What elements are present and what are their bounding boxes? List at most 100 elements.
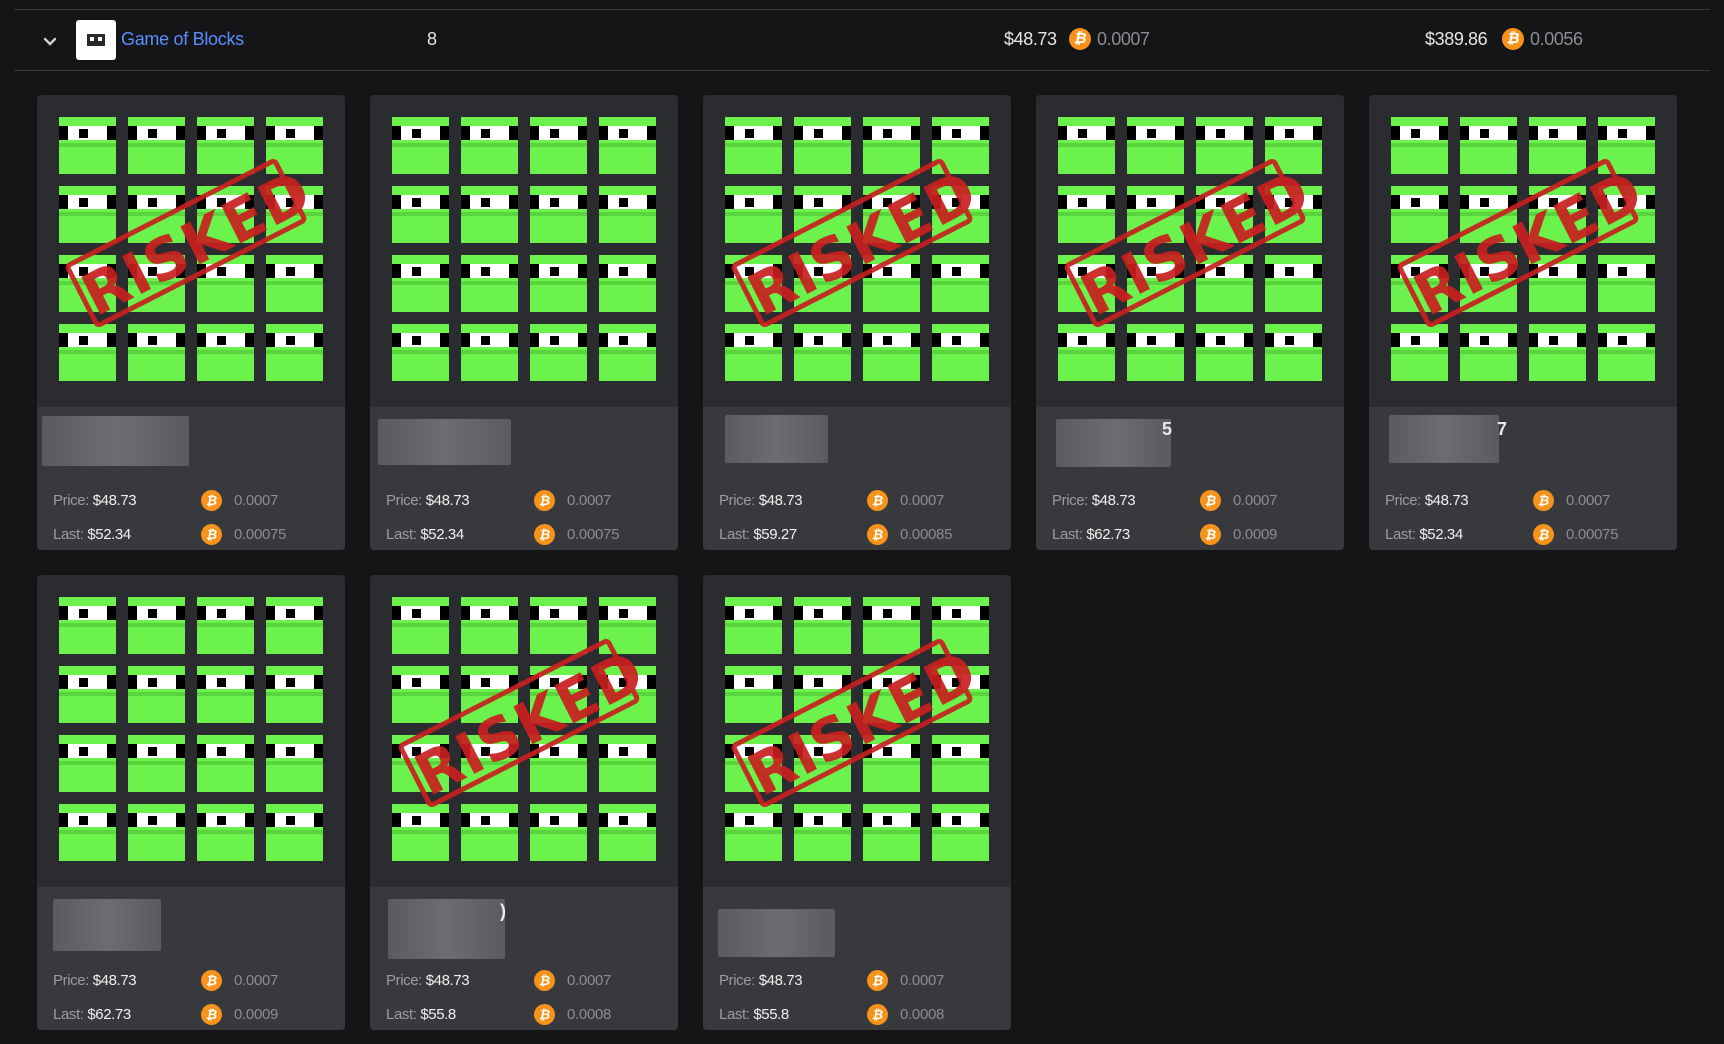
total-value-btc: 0.0056 (1530, 29, 1583, 49)
last-sale-label: Last: $59.27 (719, 526, 797, 543)
last-sale-label: Last: $55.8 (386, 1006, 456, 1023)
price-label: Price: $48.73 (1052, 492, 1136, 509)
nft-image: RISKED (1369, 95, 1677, 407)
last-sale-btc: 0.0009 (234, 1006, 279, 1023)
pixel-block (725, 186, 782, 243)
redacted-name (42, 416, 189, 466)
chevron-down-icon[interactable] (40, 32, 60, 52)
pixel-block (794, 324, 851, 381)
last-sale-label-text: Last: (1052, 526, 1083, 543)
pixel-block (197, 666, 254, 723)
last-sale-btc: 0.0008 (900, 1006, 945, 1023)
price-label: Price: $48.73 (386, 492, 470, 509)
card-info: 7 Price: $48.73 ₿ 0.0007 Last: $52.34 ₿ 0.0007… (1369, 407, 1677, 550)
last-sale-btc: 0.0008 (567, 1006, 612, 1023)
pixel-block (461, 186, 518, 243)
last-sale-usd: $62.73 (1086, 526, 1130, 543)
pixel-block (392, 324, 449, 381)
redacted-name (388, 899, 505, 959)
price-label-text: Price: (53, 972, 89, 989)
name-fragment: 5 (1162, 419, 1173, 439)
price-btc: 0.0007 (234, 492, 279, 509)
nft-image: RISKED (703, 575, 1011, 887)
price-label: Price: $48.73 (53, 972, 137, 989)
pixel-block (461, 804, 518, 861)
pixel-block (392, 597, 449, 654)
bitcoin-coin-icon: ₿ (1200, 524, 1221, 545)
bitcoin-coin-icon: ₿ (201, 1004, 222, 1025)
nft-card[interactable]: RISKED Price: $48.73 ₿ 0.0007 Last: $55.8 ₿ 0.… (703, 575, 1011, 1030)
pixel-block (1196, 117, 1253, 174)
pixel-block (1058, 186, 1115, 243)
nft-card[interactable]: RISKED Price: $48.73 ₿ 0.0007 Last: $52.34 ₿ 0… (37, 95, 345, 550)
last-sale-btc: 0.00085 (900, 526, 953, 543)
nft-card[interactable]: RISKED 7 Price: $48.73 ₿ 0.0007 Last: $52.34 ₿… (1369, 95, 1677, 550)
last-sale-usd: $52.34 (420, 526, 464, 543)
bitcoin-coin-icon: ₿ (201, 490, 222, 511)
last-sale-usd: $59.27 (753, 526, 797, 543)
last-sale-btc: 0.0009 (1233, 526, 1278, 543)
floor-price-usd: $48.73 (1004, 29, 1057, 49)
last-sale-btc: 0.00075 (567, 526, 620, 543)
name-fragment: ) (500, 901, 506, 921)
pixel-block (1058, 117, 1115, 174)
pixel-block (392, 186, 449, 243)
pixel-block (197, 804, 254, 861)
last-sale-label-text: Last: (386, 526, 417, 543)
pixel-block (599, 324, 656, 381)
last-sale-label-text: Last: (1385, 526, 1416, 543)
pixel-block (392, 804, 449, 861)
name-fragment: 7 (1497, 419, 1508, 439)
pixel-block (197, 735, 254, 792)
price-label-text: Price: (719, 972, 755, 989)
last-sale-usd: $52.34 (87, 526, 131, 543)
pixel-block (725, 666, 782, 723)
pixel-block (59, 186, 116, 243)
collection-row[interactable]: Game of Blocks 8 $48.73 ₿ 0.0007 $389.86… (14, 10, 1710, 71)
nft-image: RISKED (370, 575, 678, 887)
pixel-block (725, 597, 782, 654)
pixel-block (725, 804, 782, 861)
pixel-block (725, 117, 782, 174)
last-sale-label: Last: $52.34 (1385, 526, 1463, 543)
pixel-block (1460, 117, 1517, 174)
collection-logo (76, 20, 116, 60)
price-btc: 0.0007 (234, 972, 279, 989)
price-btc: 0.0007 (1566, 492, 1611, 509)
pixel-block (392, 117, 449, 174)
pixel-block (1127, 324, 1184, 381)
card-info: Price: $48.73 ₿ 0.0007 Last: $62.73 ₿ 0.0009 (37, 887, 345, 1030)
pixel-block (599, 255, 656, 312)
bitcoin-coin-icon: ₿ (534, 490, 555, 511)
pixel-block (1529, 117, 1586, 174)
pixel-block (197, 324, 254, 381)
price-label-text: Price: (1052, 492, 1088, 509)
nft-card[interactable]: RISKED) Price: $48.73 ₿ 0.0007 Last: $55.8 ₿ 0… (370, 575, 678, 1030)
pixel-block (461, 255, 518, 312)
collection-name-link[interactable]: Game of Blocks (121, 29, 244, 50)
bitcoin-coin-icon: ₿ (534, 970, 555, 991)
price-label-text: Price: (53, 492, 89, 509)
nft-card[interactable]: RISKED 5 Price: $48.73 ₿ 0.0007 Last: $62.73 ₿… (1036, 95, 1344, 550)
last-sale-usd: $62.73 (87, 1006, 131, 1023)
nft-card[interactable]: RISKED Price: $48.73 ₿ 0.0007 Last: $59.27 ₿ 0… (703, 95, 1011, 550)
last-sale-label-text: Last: (53, 526, 84, 543)
card-info: ) Price: $48.73 ₿ 0.0007 Last: $55.8 ₿ 0.0008 (370, 887, 678, 1030)
pixel-block (863, 324, 920, 381)
nft-card[interactable]: Price: $48.73 ₿ 0.0007 Last: $62.73 ₿ 0.0009 (37, 575, 345, 1030)
pixel-block (392, 666, 449, 723)
last-sale-btc: 0.00075 (1566, 526, 1619, 543)
last-sale-label-text: Last: (53, 1006, 84, 1023)
bitcoin-coin-icon: ₿ (1502, 28, 1524, 50)
pixel-block (1265, 255, 1322, 312)
pixel-block (128, 324, 185, 381)
pixel-block (461, 117, 518, 174)
pixel-block (266, 324, 323, 381)
nft-card[interactable]: Price: $48.73 ₿ 0.0007 Last: $52.34 ₿ 0.00075 (370, 95, 678, 550)
bitcoin-coin-icon: ₿ (534, 524, 555, 545)
pixel-block (59, 324, 116, 381)
pixel-block (461, 324, 518, 381)
nft-image: RISKED (1036, 95, 1344, 407)
price-usd: $48.73 (1091, 492, 1136, 509)
bitcoin-coin-icon: ₿ (867, 490, 888, 511)
